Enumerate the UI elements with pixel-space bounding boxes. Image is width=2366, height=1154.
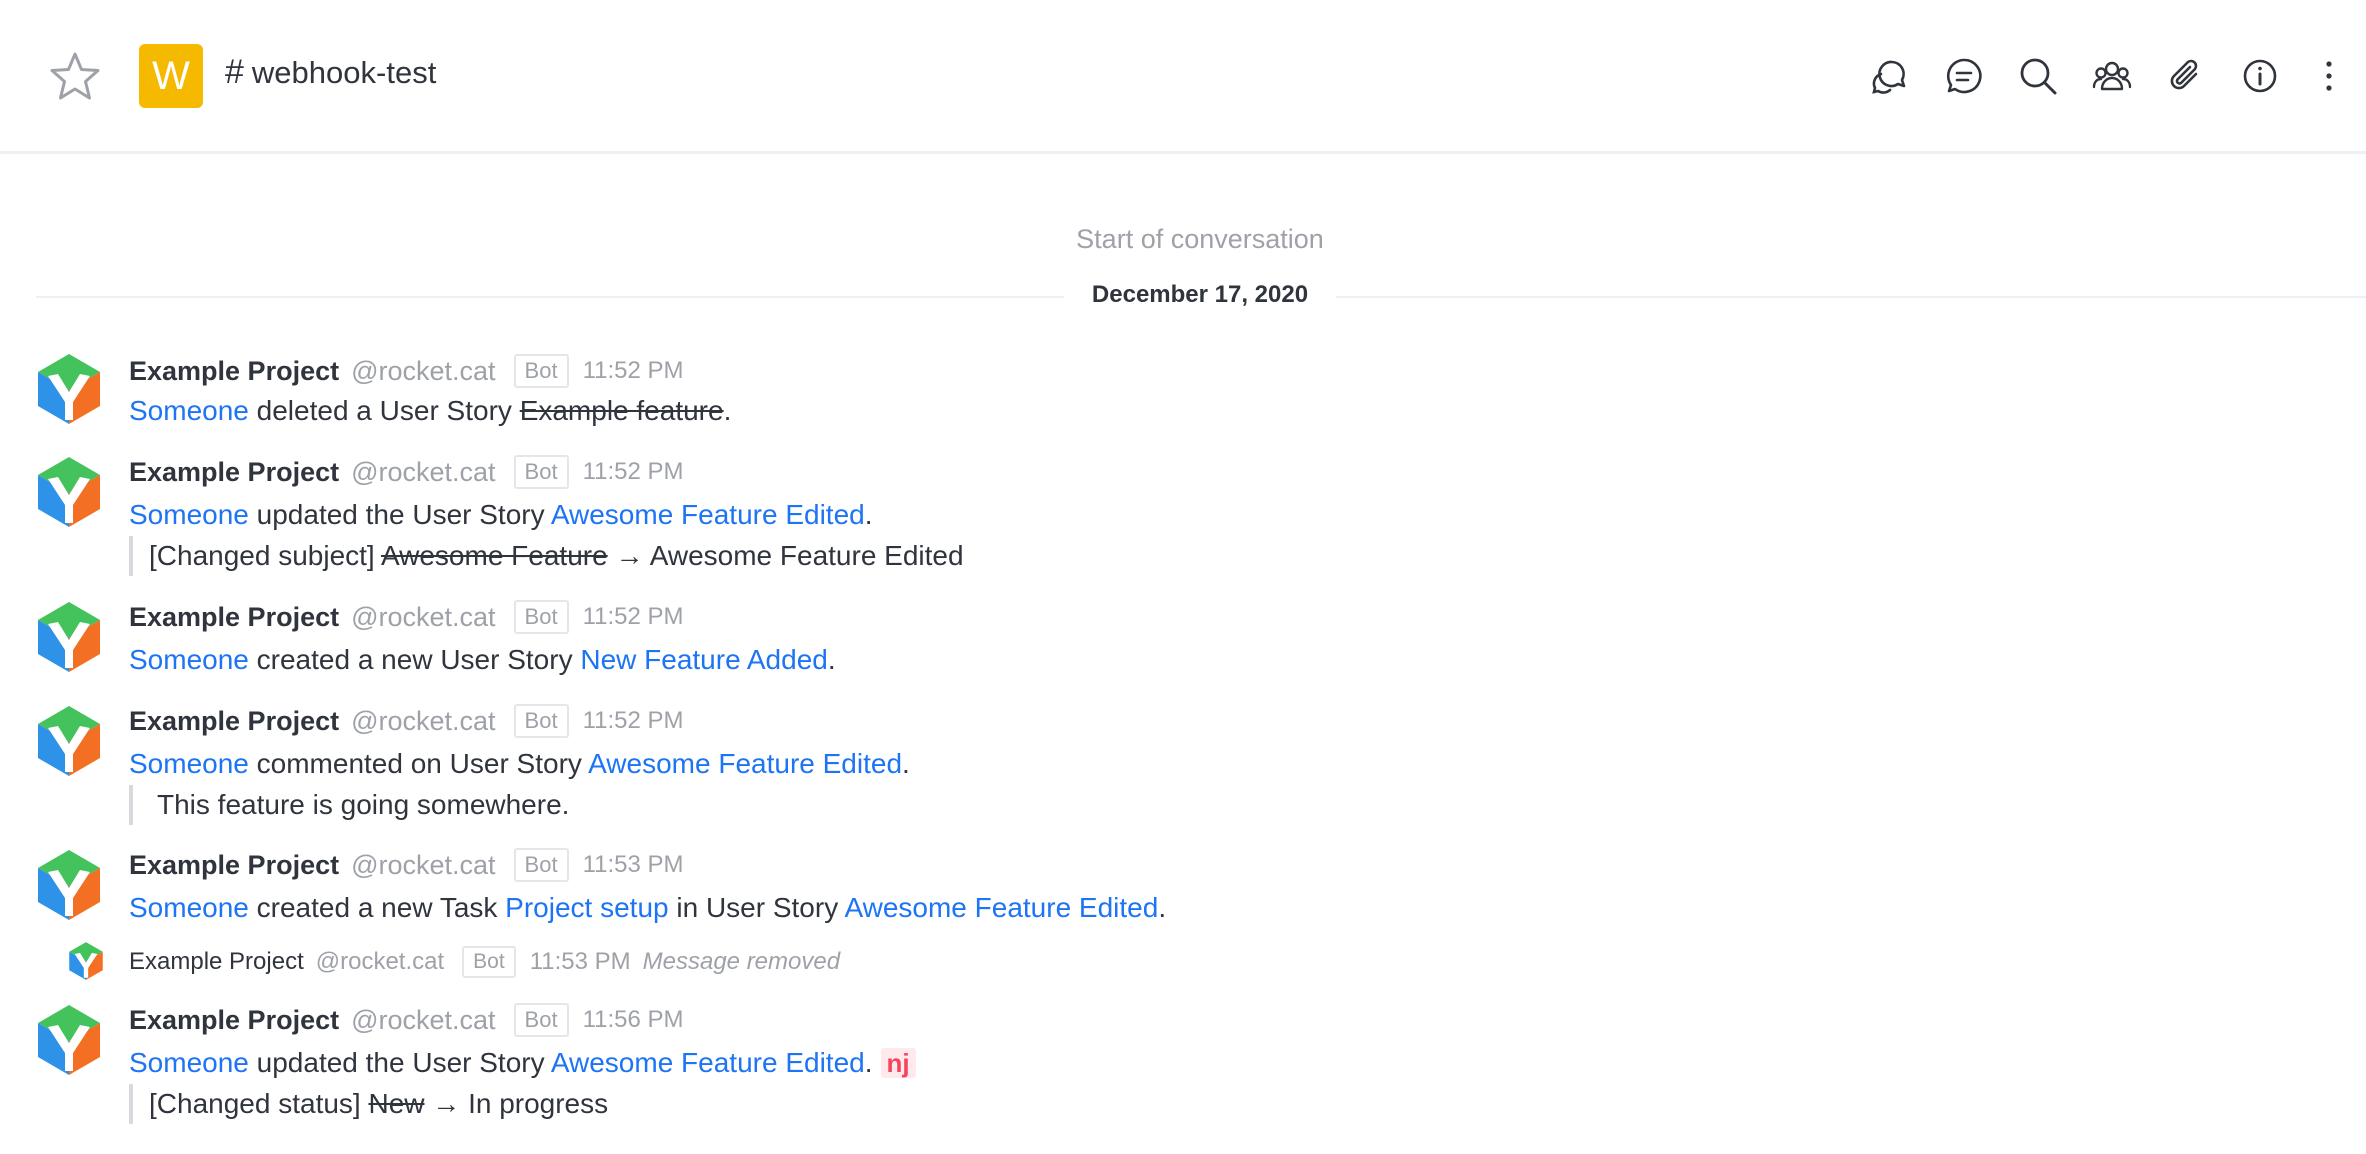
message-time: 11:52 PM — [582, 357, 684, 384]
story-link[interactable]: Awesome Feature Edited — [551, 1047, 865, 1078]
hash-icon: # — [225, 53, 244, 91]
actor-link[interactable]: Someone — [129, 892, 249, 923]
struck-text: New — [368, 1088, 425, 1119]
quote-value: In progress — [468, 1088, 609, 1119]
message-text: . — [864, 1047, 873, 1078]
struck-text: Awesome Feature — [380, 540, 608, 571]
star-icon[interactable] — [48, 50, 102, 104]
taiga-avatar-icon[interactable] — [36, 1003, 102, 1077]
message-text: . — [902, 748, 910, 779]
message-time: 11:52 PM — [582, 603, 684, 630]
arrow-text: → — [424, 1088, 469, 1119]
sender-username[interactable]: @rocket.cat — [351, 1005, 495, 1036]
message-text: created a new Task — [248, 892, 506, 923]
quote-prefix: [Changed subject] — [149, 540, 381, 571]
change-quote: [Changed subject] Awesome Feature → Awes… — [129, 536, 964, 576]
message-text: in User Story — [668, 892, 845, 923]
sender-username[interactable]: @rocket.cat — [351, 457, 495, 488]
struck-text: Example feature — [519, 395, 724, 426]
sender-username[interactable]: @rocket.cat — [351, 356, 495, 387]
story-link[interactable]: Awesome Feature Edited — [588, 748, 902, 779]
actor-link[interactable]: Someone — [129, 395, 249, 426]
room-title[interactable]: # webhook-test — [225, 53, 436, 92]
message-text: deleted a User Story — [248, 395, 520, 426]
members-icon[interactable] — [2092, 56, 2132, 96]
story-link[interactable]: Awesome Feature Edited — [844, 892, 1158, 923]
taiga-avatar-icon[interactable] — [36, 704, 102, 778]
message-body: Someone created a new Task Project setup… — [129, 892, 1166, 924]
change-quote: [Changed status] New → In progress — [129, 1084, 608, 1124]
quote-text: This feature is going somewhere. — [157, 789, 570, 820]
bot-badge: Bot — [513, 848, 569, 882]
sender-name[interactable]: Example Project — [129, 457, 339, 488]
message-time: 11:52 PM — [582, 458, 684, 485]
message-text: . — [827, 644, 836, 675]
bot-badge: Bot — [513, 455, 569, 489]
message-text: . — [723, 395, 732, 426]
quote-prefix: [Changed status] — [149, 1088, 369, 1119]
message-body: Someone commented on User Story Awesome … — [129, 748, 910, 780]
message-body: Someone updated the User Story Awesome F… — [129, 499, 873, 531]
sender-username[interactable]: @rocket.cat — [351, 706, 495, 737]
message-text: . — [864, 499, 873, 530]
message-time: 11:53 PM — [582, 851, 684, 878]
files-icon[interactable] — [2166, 56, 2206, 96]
sender-name[interactable]: Example Project — [129, 602, 339, 633]
message-time: 11:52 PM — [582, 707, 684, 734]
bot-badge: Bot — [513, 600, 569, 634]
actor-link[interactable]: Someone — [129, 499, 249, 530]
room-toolbar — [1870, 56, 2350, 96]
search-icon[interactable] — [2018, 56, 2058, 96]
room-header: W # webhook-test — [0, 0, 2366, 154]
start-of-conversation: Start of conversation — [1076, 224, 1324, 254]
story-link[interactable]: New Feature Added — [580, 644, 828, 675]
sender-name[interactable]: Example Project — [129, 706, 339, 737]
sender-name[interactable]: Example Project — [129, 850, 339, 881]
threads-icon[interactable] — [1870, 56, 1910, 96]
discussions-icon[interactable] — [1944, 56, 1984, 96]
taiga-avatar-icon[interactable] — [36, 600, 102, 674]
actor-link[interactable]: Someone — [129, 748, 249, 779]
sender-username[interactable]: @rocket.cat — [351, 850, 495, 881]
bot-badge: Bot — [462, 946, 516, 978]
task-link[interactable]: Project setup — [505, 892, 668, 923]
actor-link[interactable]: Someone — [129, 1047, 249, 1078]
message-time: 11:53 PM — [529, 948, 631, 975]
kebab-menu-icon[interactable] — [2314, 56, 2344, 96]
sender-name[interactable]: Example Project — [129, 356, 339, 387]
bot-badge: Bot — [513, 1003, 569, 1037]
message-text: . — [1158, 892, 1167, 923]
sender-name[interactable]: Example Project — [129, 948, 304, 976]
message-text: commented on User Story — [248, 748, 589, 779]
quote-value: Awesome Feature Edited — [649, 540, 964, 571]
message-body: Someone deleted a User Story Example fea… — [129, 395, 731, 427]
story-link[interactable]: Awesome Feature Edited — [551, 499, 865, 530]
removed-label: Message removed — [642, 948, 841, 975]
sender-name[interactable]: Example Project — [129, 1005, 339, 1036]
bot-badge: Bot — [513, 354, 569, 388]
message-body: Someone created a new User Story New Fea… — [129, 644, 836, 676]
mention-badge[interactable]: nj — [880, 1048, 916, 1078]
actor-link[interactable]: Someone — [129, 644, 249, 675]
info-icon[interactable] — [2240, 56, 2280, 96]
comment-quote: This feature is going somewhere. — [129, 785, 569, 825]
bot-badge: Bot — [513, 704, 569, 738]
message-time: 11:56 PM — [582, 1006, 684, 1033]
sender-username[interactable]: @rocket.cat — [316, 948, 444, 976]
room-name: webhook-test — [251, 54, 437, 90]
sender-username[interactable]: @rocket.cat — [351, 602, 495, 633]
message-body: Someone updated the User Story Awesome F… — [129, 1047, 916, 1079]
taiga-avatar-icon[interactable] — [36, 848, 102, 922]
message-text: updated the User Story — [248, 1047, 551, 1078]
date-label: December 17, 2020 — [1064, 281, 1336, 309]
arrow-text: → — [607, 540, 650, 571]
room-avatar[interactable]: W — [139, 44, 203, 108]
taiga-avatar-icon[interactable] — [36, 455, 102, 529]
taiga-avatar-icon[interactable] — [36, 352, 102, 426]
message-text: updated the User Story — [248, 499, 551, 530]
message-text: created a new User Story — [248, 644, 581, 675]
taiga-avatar-icon[interactable] — [68, 941, 104, 981]
